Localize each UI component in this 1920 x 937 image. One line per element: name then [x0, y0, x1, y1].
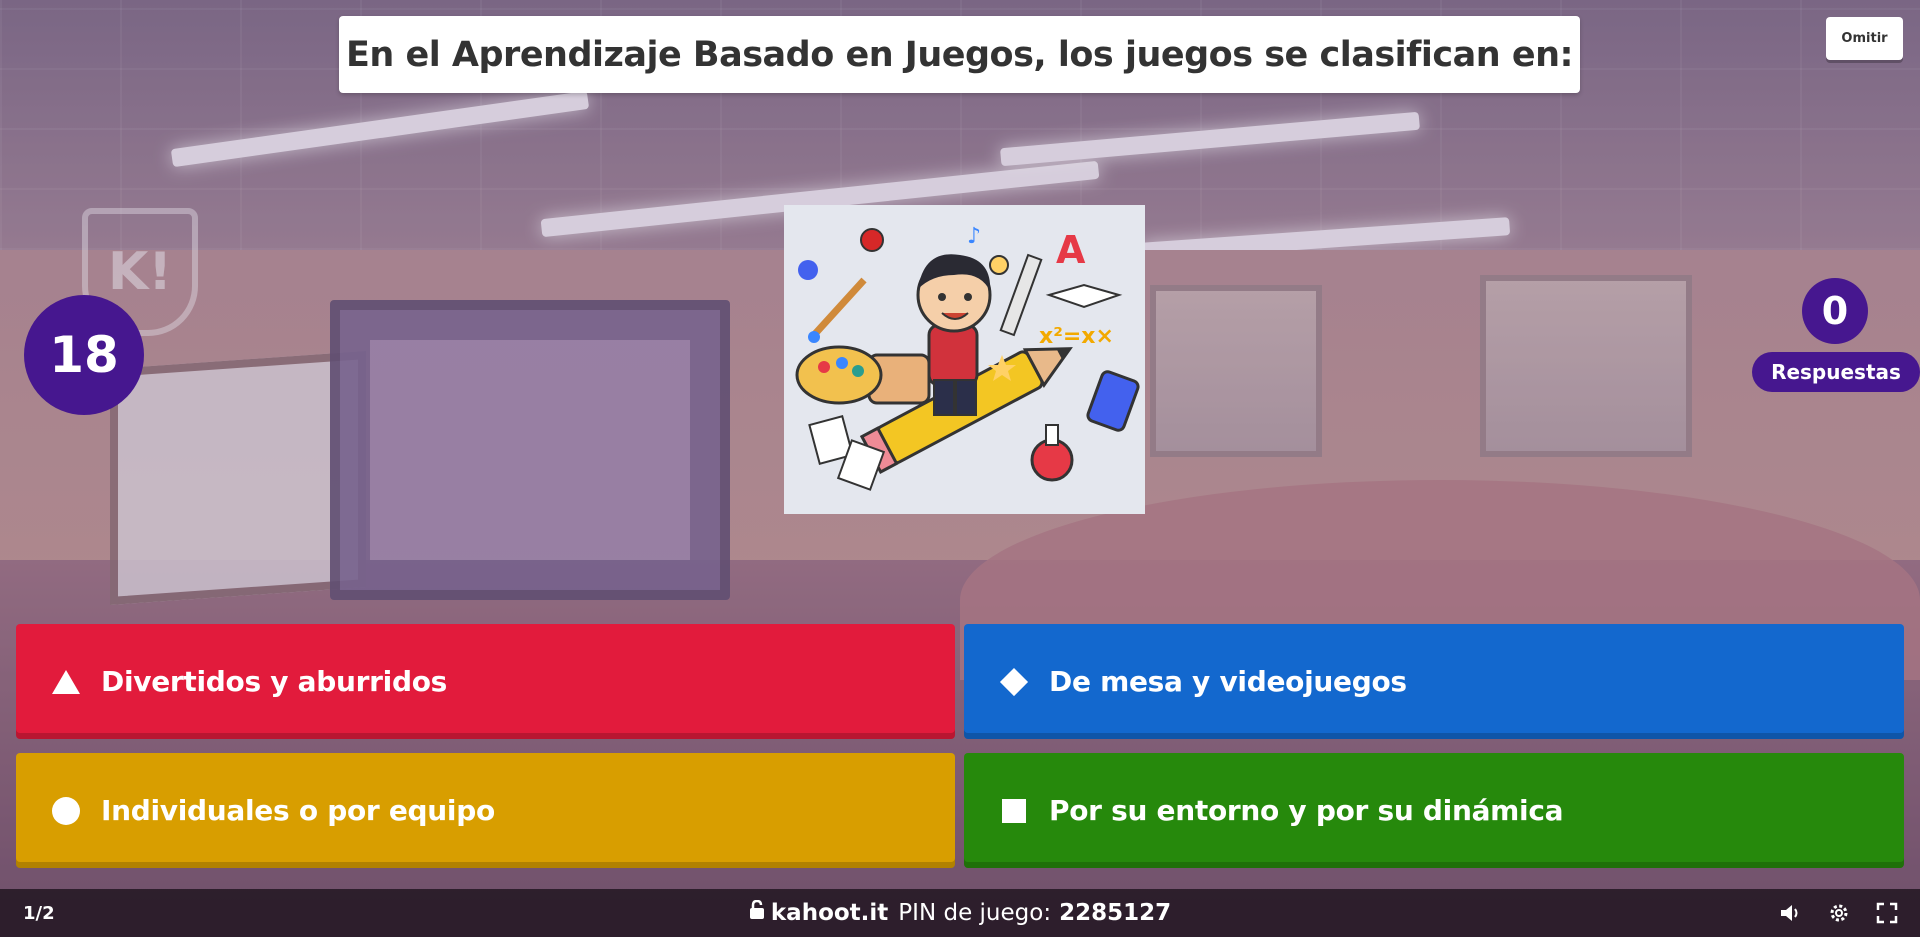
circle-icon [51, 796, 81, 826]
answer-option-circle[interactable]: Individuales o por equipo [16, 753, 955, 868]
answer-option-triangle[interactable]: Divertidos y aburridos [16, 624, 955, 739]
svg-text:x²=x×: x²=x× [1039, 324, 1114, 349]
question-title-box: En el Aprendizaje Basado en Juegos, los … [339, 16, 1580, 93]
fullscreen-icon[interactable] [1875, 901, 1899, 925]
answer-label: Divertidos y aburridos [101, 665, 447, 698]
boy-on-pencil-illustration: A x²=x× ♪ [795, 224, 1140, 491]
game-pin-area: kahoot.it PIN de juego: 2285127 [0, 889, 1920, 937]
diamond-icon [999, 667, 1029, 697]
answer-option-diamond[interactable]: De mesa y videojuegos [964, 624, 1904, 739]
answer-option-square[interactable]: Por su entorno y por su dinámica [964, 753, 1904, 868]
question-image: A x²=x× ♪ [784, 205, 1145, 514]
settings-icon[interactable] [1827, 901, 1851, 925]
square-icon [999, 796, 1029, 826]
bottom-bar: 1/2 kahoot.it PIN de juego: 2285127 [0, 889, 1920, 937]
answer-label: De mesa y videojuegos [1049, 665, 1407, 698]
skip-button[interactable]: Omitir [1826, 17, 1903, 60]
kahoot-domain: kahoot.it [770, 900, 889, 926]
answers-count: 0 [1802, 278, 1868, 344]
game-pin: 2285127 [1059, 900, 1172, 926]
countdown-timer: 18 [24, 295, 144, 415]
triangle-icon [51, 667, 81, 697]
pin-label: PIN de juego: [898, 900, 1052, 926]
answer-label: Por su entorno y por su dinámica [1049, 794, 1564, 827]
lock-icon [749, 899, 765, 926]
answer-label: Individuales o por equipo [101, 794, 495, 827]
answers-label: Respuestas [1752, 352, 1920, 392]
svg-text:A: A [1056, 228, 1086, 272]
volume-icon[interactable] [1778, 901, 1802, 925]
svg-text:♪: ♪ [967, 224, 981, 249]
question-text: En el Aprendizaje Basado en Juegos, los … [345, 34, 1574, 75]
